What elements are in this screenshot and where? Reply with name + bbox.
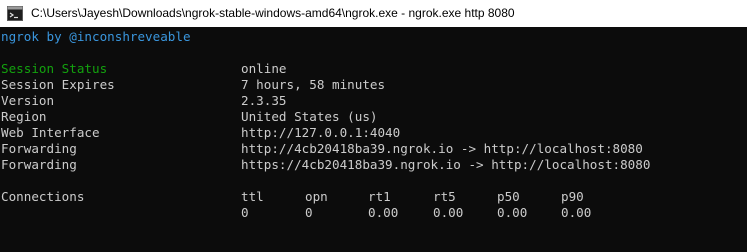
column-header: ttl bbox=[241, 189, 264, 204]
column-value: 0.00 bbox=[561, 205, 592, 220]
column-header: rt5 bbox=[433, 189, 456, 204]
status-label: Session Expires bbox=[1, 77, 115, 92]
column-header: p50 bbox=[497, 189, 520, 204]
forwarding-https: https://4cb20418ba39.ngrok.io -> http://… bbox=[241, 157, 651, 172]
status-value: online bbox=[241, 61, 287, 76]
console-output[interactable]: ngrok by @inconshreveable Session Status… bbox=[0, 27, 747, 252]
status-label: Web Interface bbox=[1, 125, 100, 140]
status-label: Version bbox=[1, 93, 55, 108]
connections-label: Connections bbox=[1, 189, 85, 204]
column-header: opn bbox=[305, 189, 328, 204]
window-title: C:\Users\Jayesh\Downloads\ngrok-stable-w… bbox=[31, 6, 515, 20]
terminal-icon[interactable] bbox=[7, 6, 23, 21]
column-value: 0 bbox=[241, 205, 249, 220]
column-value: 0 bbox=[305, 205, 313, 220]
column-value: 0.00 bbox=[497, 205, 528, 220]
status-label: Session Status bbox=[1, 61, 108, 76]
status-label: Region bbox=[1, 109, 47, 124]
status-value: 2.3.35 bbox=[241, 93, 287, 108]
forwarding-http: http://4cb20418ba39.ngrok.io -> http://l… bbox=[241, 141, 643, 156]
column-value: 0.00 bbox=[368, 205, 399, 220]
column-value: 0.00 bbox=[433, 205, 464, 220]
window-title-bar: C:\Users\Jayesh\Downloads\ngrok-stable-w… bbox=[0, 0, 747, 27]
column-header: rt1 bbox=[368, 189, 391, 204]
web-interface-url: http://127.0.0.1:4040 bbox=[241, 125, 401, 140]
banner-text: ngrok by @inconshreveable bbox=[1, 29, 191, 44]
column-header: p90 bbox=[561, 189, 584, 204]
status-label: Forwarding bbox=[1, 141, 77, 156]
status-label: Forwarding bbox=[1, 157, 77, 172]
status-value: United States (us) bbox=[241, 109, 378, 124]
status-value: 7 hours, 58 minutes bbox=[241, 77, 386, 92]
